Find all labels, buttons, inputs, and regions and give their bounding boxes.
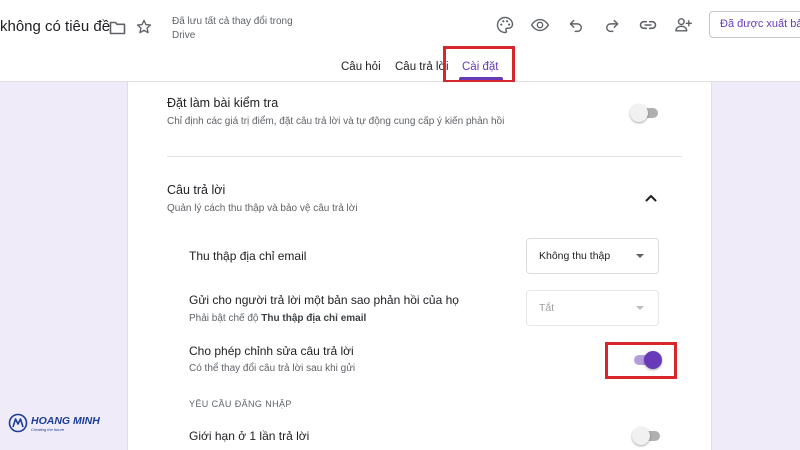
responses-section-title: Câu trả lời <box>167 183 226 197</box>
send-copy-hint-bold: Thu thập địa chỉ email <box>261 313 367 324</box>
add-person-icon[interactable] <box>671 13 695 37</box>
logo-tagline: Creating the future <box>31 426 65 432</box>
save-status-line: Drive <box>172 30 196 41</box>
quiz-toggle[interactable] <box>630 103 660 123</box>
send-copy-select[interactable]: Tắt <box>526 290 659 326</box>
quiz-setting-title: Đặt làm bài kiểm tra <box>167 96 279 110</box>
send-copy-label: Gửi cho người trả lời một bản sao phản h… <box>189 293 459 307</box>
send-copy-value: Tắt <box>539 302 555 314</box>
tab-responses[interactable]: Câu trả lời <box>395 61 449 73</box>
allow-edit-description: Có thể thay đổi câu trả lời sau khi gửi <box>189 363 356 374</box>
tab-questions[interactable]: Câu hỏi <box>341 61 381 73</box>
collect-email-value: Không thu thập <box>539 250 611 262</box>
dropdown-caret-icon <box>636 306 644 310</box>
login-section-label: YÊU CẦU ĐĂNG NHẬP <box>189 399 292 409</box>
save-status: Đã lưu tất cả thay đổi trong Drive <box>172 15 312 43</box>
save-status-line: Đã lưu tất cả thay đổi trong <box>172 16 293 27</box>
dropdown-caret-icon <box>636 254 644 258</box>
redo-icon[interactable] <box>600 13 624 37</box>
hoang-minh-logo: HOANG MINH Creating the future <box>8 413 100 433</box>
collect-email-select[interactable]: Không thu thập <box>526 238 659 274</box>
logo-mark-icon <box>8 413 28 433</box>
quiz-setting-description: Chỉ định các giá trị điểm, đặt câu trả l… <box>167 116 505 127</box>
link-icon[interactable] <box>636 13 660 37</box>
responses-section-description: Quản lý cách thu thập và bảo vệ câu trả … <box>167 203 358 214</box>
document-title[interactable]: không có tiêu đề <box>0 18 110 35</box>
folder-icon[interactable] <box>107 17 127 37</box>
eye-icon[interactable] <box>528 13 552 37</box>
palette-icon[interactable] <box>493 13 517 37</box>
highlight-box-settings-tab <box>443 46 515 83</box>
limit-one-label: Giới hạn ở 1 lần trả lời <box>189 429 310 443</box>
collect-email-label: Thu thập địa chỉ email <box>189 249 307 263</box>
publish-button[interactable]: Đã được xuất bả <box>709 11 800 38</box>
logo-name: HOANG MINH <box>31 414 100 427</box>
limit-one-toggle[interactable] <box>632 426 662 446</box>
allow-edit-label: Cho phép chỉnh sửa câu trả lời <box>189 344 354 358</box>
send-copy-hint: Phải bật chế độ Thu thập địa chỉ email <box>189 313 366 324</box>
undo-icon[interactable] <box>564 13 588 37</box>
section-divider <box>167 156 682 157</box>
chevron-up-icon[interactable] <box>642 189 660 207</box>
send-copy-hint-prefix: Phải bật chế độ <box>189 313 259 324</box>
highlight-box-allow-edit-toggle <box>605 342 677 379</box>
form-header: không có tiêu đề Đã lưu tất cả thay đổi … <box>0 0 800 82</box>
star-icon[interactable] <box>133 16 155 38</box>
